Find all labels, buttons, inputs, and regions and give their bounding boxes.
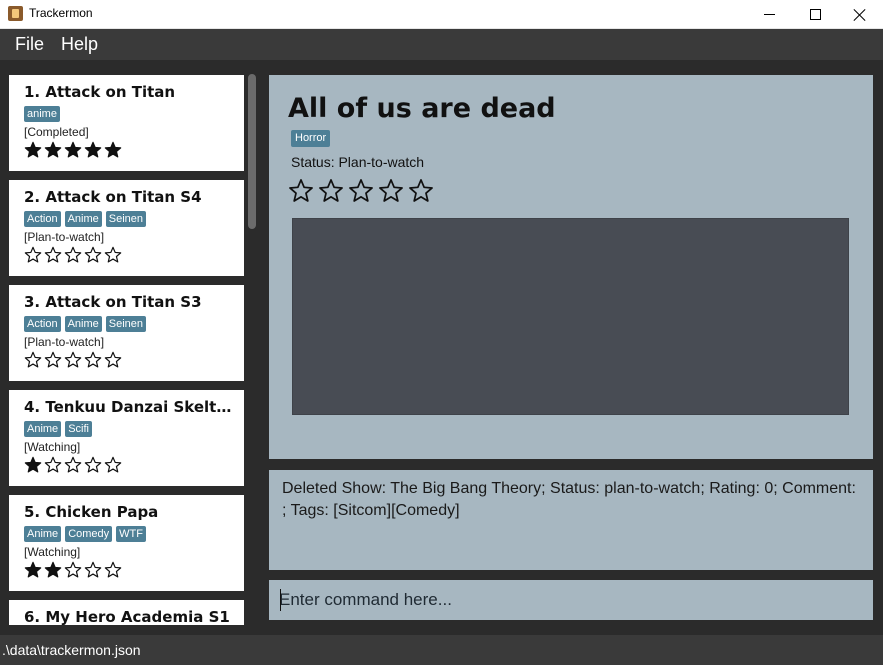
tag-badge: Horror — [291, 130, 331, 147]
star-empty-icon — [409, 179, 433, 202]
menu-help[interactable]: Help — [61, 34, 98, 55]
show-card-status: [Plan-to-watch] — [24, 230, 105, 244]
show-card-title: 6. My Hero Academia S1 — [24, 608, 230, 625]
tag-badge: Seinen — [105, 316, 147, 332]
show-card[interactable]: 4. Tenkuu Danzai Skelter H... AnimeScifi [… — [9, 390, 244, 486]
star-filled-icon — [24, 456, 42, 473]
star-empty-icon — [24, 246, 42, 263]
command-box — [269, 580, 873, 620]
result-display: Deleted Show: The Big Bang Theory; Statu… — [269, 470, 873, 570]
tag-badge: Anime — [64, 211, 102, 227]
show-card-title: 2. Attack on Titan S4 — [24, 188, 202, 206]
result-message: Deleted Show: The Big Bang Theory; Statu… — [282, 480, 856, 519]
maximize-icon — [809, 9, 821, 20]
star-empty-icon — [104, 561, 122, 578]
show-card-tags: Anime Comedy WTF — [24, 526, 146, 542]
tag-badge: Comedy — [65, 526, 113, 542]
star-filled-icon — [44, 561, 62, 578]
show-card-title: 1. Attack on Titan — [24, 83, 176, 101]
star-filled-icon — [84, 141, 102, 158]
show-card[interactable]: 6. My Hero Academia S1 — [9, 600, 244, 625]
show-card-title: 4. Tenkuu Danzai Skelter H... — [24, 398, 239, 416]
command-input[interactable] — [279, 586, 859, 614]
star-empty-icon — [319, 179, 343, 202]
tag-badge: WTF — [116, 526, 146, 542]
show-card-status: [Watching] — [24, 545, 81, 559]
star-empty-icon — [84, 456, 102, 473]
star-empty-icon — [84, 246, 102, 263]
menu-bar: File Help — [0, 29, 883, 60]
tag-badge: Anime — [24, 421, 62, 437]
tag-badge: Scifi — [65, 421, 92, 437]
detail-status: Status: Plan-to-watch — [291, 154, 425, 170]
star-empty-icon — [104, 246, 122, 263]
star-empty-icon — [64, 246, 82, 263]
detail-comment-box — [292, 218, 849, 415]
star-empty-icon — [24, 351, 42, 368]
detail-title: All of us are dead — [288, 93, 556, 124]
window-title: Trackermon — [29, 6, 93, 20]
show-card[interactable]: 5. Chicken Papa Anime Comedy WTF [Watching] — [9, 495, 244, 591]
show-card-rating — [24, 351, 122, 369]
tag-badge: anime — [24, 106, 60, 122]
tag-badge: Action — [24, 316, 61, 332]
star-empty-icon — [64, 456, 82, 473]
star-filled-icon — [24, 561, 42, 578]
star-filled-icon — [104, 141, 122, 158]
star-filled-icon — [24, 141, 42, 158]
show-card-tags: Action Anime Seinen — [24, 211, 147, 227]
star-filled-icon — [44, 141, 62, 158]
star-filled-icon — [64, 141, 82, 158]
detail-rating — [288, 178, 434, 204]
star-empty-icon — [64, 351, 82, 368]
tag-badge: Action — [24, 211, 61, 227]
window-title-bar: Trackermon — [0, 0, 883, 29]
tag-badge: Seinen — [105, 211, 147, 227]
minimize-button[interactable] — [746, 0, 792, 29]
close-button[interactable] — [837, 0, 883, 29]
maximize-button[interactable] — [792, 0, 838, 29]
star-empty-icon — [349, 179, 373, 202]
show-card-rating — [24, 456, 122, 474]
show-card-title: 5. Chicken Papa — [24, 503, 159, 521]
text-caret — [280, 589, 281, 611]
show-card-rating — [24, 246, 122, 264]
menu-file[interactable]: File — [15, 34, 44, 55]
tag-badge: Anime — [64, 316, 102, 332]
star-empty-icon — [84, 561, 102, 578]
show-detail-panel: All of us are dead Horror Status: Plan-t… — [269, 75, 873, 459]
show-card-tags: Action Anime Seinen — [24, 316, 147, 332]
show-card[interactable]: 1. Attack on Titan anime [Completed] — [9, 75, 244, 171]
show-card-status: [Watching] — [24, 440, 81, 454]
show-card-rating — [24, 141, 122, 159]
tag-badge: Anime — [24, 526, 62, 542]
star-empty-icon — [44, 246, 62, 263]
show-card-tags: Anime Scifi — [24, 421, 92, 437]
detail-tags: Horror — [291, 130, 331, 147]
scrollbar-thumb[interactable] — [248, 74, 256, 229]
show-card-title: 3. Attack on Titan S3 — [24, 293, 202, 311]
save-file-path: .\data\trackermon.json — [2, 642, 141, 658]
show-card-status: [Completed] — [24, 125, 89, 139]
star-empty-icon — [289, 179, 313, 202]
main-area: 1. Attack on Titan anime [Completed] 2. Att… — [0, 60, 883, 635]
close-icon — [853, 8, 867, 22]
star-empty-icon — [104, 456, 122, 473]
show-card[interactable]: 2. Attack on Titan S4 Action Anime Seinen [P… — [9, 180, 244, 276]
show-card-rating — [24, 561, 122, 579]
star-empty-icon — [84, 351, 102, 368]
show-list-scrollbar[interactable] — [245, 70, 259, 625]
show-card-tags: anime — [24, 106, 60, 122]
star-empty-icon — [44, 456, 62, 473]
star-empty-icon — [64, 561, 82, 578]
status-bar: .\data\trackermon.json — [0, 635, 883, 665]
star-empty-icon — [44, 351, 62, 368]
app-icon — [8, 6, 23, 21]
star-empty-icon — [379, 179, 403, 202]
star-empty-icon — [104, 351, 122, 368]
show-card[interactable]: 3. Attack on Titan S3 Action Anime Seinen [P… — [9, 285, 244, 381]
minimize-icon — [763, 14, 775, 15]
show-list-panel[interactable]: 1. Attack on Titan anime [Completed] 2. Att… — [0, 70, 261, 625]
show-card-status: [Plan-to-watch] — [24, 335, 105, 349]
